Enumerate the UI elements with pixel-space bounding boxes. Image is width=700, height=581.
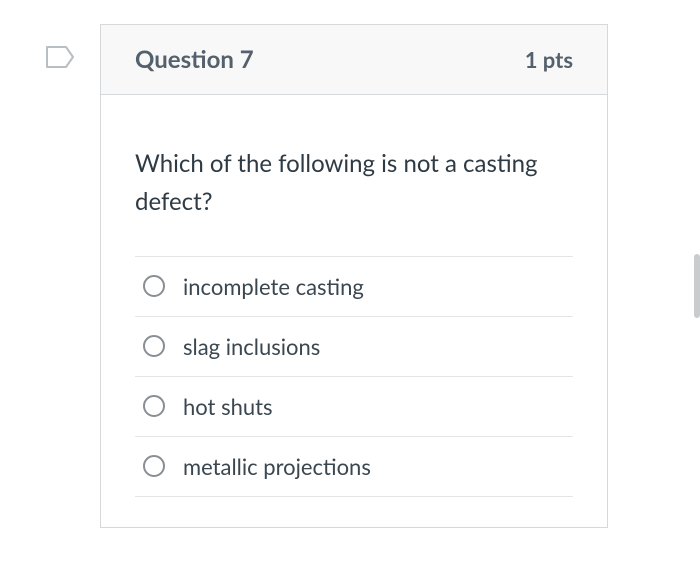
radio-icon[interactable] (143, 335, 165, 357)
question-body: Which of the following is not a casting … (101, 95, 607, 527)
options-list: incomplete casting slag inclusions hot s… (135, 256, 573, 497)
bookmark-icon[interactable] (46, 46, 74, 68)
option-row[interactable]: slag inclusions (135, 316, 573, 376)
radio-icon[interactable] (143, 395, 165, 417)
option-label: incomplete casting (183, 273, 364, 300)
option-label: metallic projections (183, 453, 371, 480)
scrollbar-thumb[interactable] (694, 254, 700, 318)
question-points: 1 pts (525, 46, 573, 73)
question-prompt: Which of the following is not a casting … (135, 145, 573, 222)
question-header: Question 7 1 pts (101, 25, 607, 95)
option-row[interactable]: hot shuts (135, 376, 573, 436)
option-label: slag inclusions (183, 333, 320, 360)
option-row[interactable]: metallic projections (135, 436, 573, 497)
option-label: hot shuts (183, 393, 273, 420)
option-row[interactable]: incomplete casting (135, 256, 573, 316)
radio-icon[interactable] (143, 455, 165, 477)
question-card: Question 7 1 pts Which of the following … (100, 24, 608, 528)
question-title: Question 7 (135, 45, 254, 74)
radio-icon[interactable] (143, 275, 165, 297)
